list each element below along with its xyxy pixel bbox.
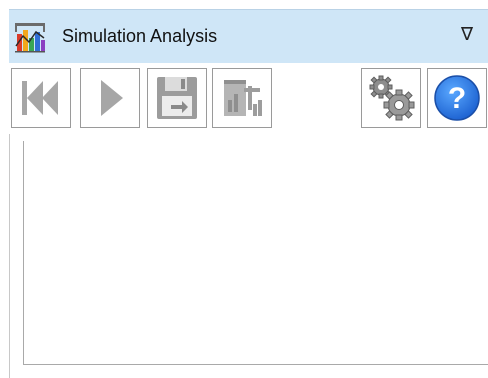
help-glyph: ? — [448, 82, 466, 115]
help-icon: ? — [434, 75, 480, 121]
window-title: Simulation Analysis — [62, 26, 218, 46]
analysis-panel — [23, 141, 488, 365]
save-button[interactable] — [147, 68, 207, 128]
window-menu-dropdown[interactable]: ∇ — [461, 24, 473, 45]
gears-icon — [369, 75, 415, 121]
play-button[interactable] — [80, 68, 140, 128]
window-left-border — [9, 134, 10, 378]
export-chart-icon — [224, 80, 262, 116]
floppy-disk-icon — [157, 77, 197, 119]
skip-to-start-icon — [22, 81, 58, 115]
settings-button[interactable] — [361, 68, 421, 128]
window-titlebar: Simulation Analysis ∇ — [9, 9, 488, 63]
help-button[interactable]: ? — [427, 68, 487, 128]
first-frame-button[interactable] — [11, 68, 71, 128]
toolbar: ? — [9, 67, 488, 133]
chart-app-icon — [15, 23, 45, 53]
export-button[interactable] — [212, 68, 272, 128]
play-icon — [101, 80, 123, 116]
